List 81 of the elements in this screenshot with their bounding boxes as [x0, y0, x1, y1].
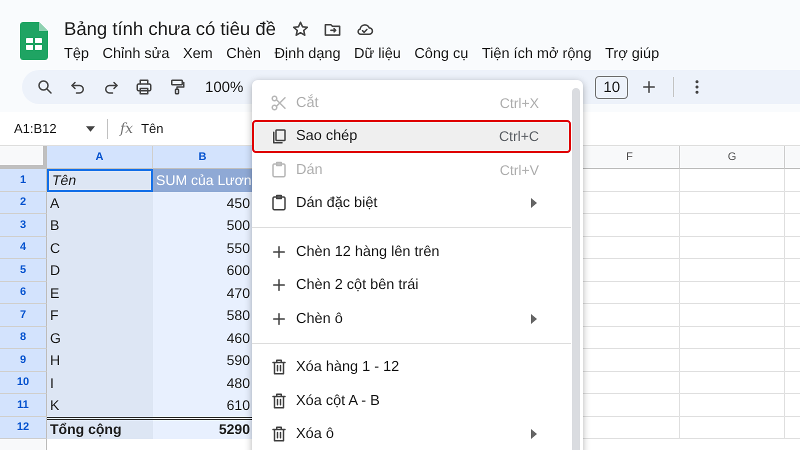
row-header[interactable]: 2 [0, 192, 47, 214]
table-cell: 600 [153, 259, 253, 282]
menu-item[interactable]: Công cụ [414, 46, 468, 62]
menu-item[interactable]: Định dạng [274, 46, 341, 62]
sheets-logo-icon[interactable] [20, 22, 48, 60]
row-header[interactable]: 3 [0, 214, 47, 236]
row-header[interactable]: 8 [0, 326, 47, 349]
row-header[interactable]: 7 [0, 304, 47, 326]
context-menu-item[interactable]: Xóa hàng 1 - 12 [252, 350, 571, 384]
context-menu-item[interactable]: Sao chép Ctrl+C [252, 120, 571, 153]
trash-icon [270, 392, 288, 410]
table-cell: 580 [153, 304, 253, 326]
document-title[interactable]: Bảng tính chưa có tiêu đề [64, 18, 276, 40]
column-header[interactable]: G [680, 146, 785, 169]
star-icon[interactable] [290, 20, 310, 38]
table-cell: SUM của Lươn [153, 169, 253, 192]
row-header[interactable]: 11 [0, 394, 47, 416]
table-cell: K [47, 394, 153, 416]
submenu-arrow-icon [531, 198, 537, 208]
paint-roller-icon[interactable] [168, 78, 186, 96]
table-cell: E [47, 282, 153, 304]
copy-icon [270, 127, 288, 146]
submenu-arrow-icon [531, 429, 537, 440]
row-header[interactable]: 4 [0, 236, 47, 259]
clipboard-icon [270, 194, 288, 212]
table-cell: D [47, 259, 153, 282]
table-cell: 500 [153, 214, 253, 236]
context-menu-item[interactable]: Chèn ô [252, 302, 571, 336]
clipboard-icon [270, 160, 288, 179]
context-menu-item[interactable]: Xóa ô [252, 418, 571, 450]
name-box[interactable]: A1:B12 [14, 121, 86, 136]
table-cell: F [47, 304, 153, 326]
row-header[interactable]: 6 [0, 282, 47, 304]
row-header[interactable]: 9 [0, 349, 47, 372]
row-header[interactable]: 12 [0, 416, 47, 439]
font-size-field[interactable]: 10 [595, 76, 628, 98]
scrollbar[interactable] [572, 88, 580, 450]
table-cell: Tên [47, 169, 153, 192]
formula-field[interactable]: Tên [141, 121, 164, 136]
menu-item[interactable]: Dữ liệu [354, 46, 401, 62]
menu-item[interactable]: Chỉnh sửa [102, 46, 170, 62]
table-cell: 5290 [153, 416, 253, 439]
trash-icon [270, 425, 288, 444]
function-label: fx [120, 120, 134, 136]
table-cell: H [47, 349, 153, 372]
column-header[interactable]: A [47, 146, 153, 169]
table-cell: 590 [153, 349, 253, 372]
menu-item[interactable]: Trợ giúp [605, 46, 660, 62]
table-cell: A [47, 192, 153, 214]
table-cell: C [47, 236, 153, 259]
menu-item[interactable]: Chèn [226, 46, 261, 62]
context-menu-item[interactable]: Chèn 2 cột bên trái [252, 268, 571, 302]
table-cell: B [47, 214, 153, 236]
row-header[interactable]: 1 [0, 169, 47, 192]
printer-icon[interactable] [135, 78, 153, 96]
row-header[interactable]: 5 [0, 259, 47, 282]
select-all-corner[interactable] [0, 146, 47, 169]
context-menu-item[interactable]: Dán đặc biệt [252, 186, 571, 220]
column-header[interactable]: F [580, 146, 680, 169]
zoom-dropdown[interactable]: 100% [205, 78, 244, 96]
search-icon[interactable] [36, 78, 54, 96]
column-header[interactable]: B [153, 146, 253, 169]
table-cell: 470 [153, 282, 253, 304]
submenu-arrow-icon [531, 314, 537, 324]
scissors-icon [270, 94, 288, 112]
row-header[interactable]: 10 [0, 372, 47, 394]
table-cell: I [47, 372, 153, 394]
table-cell: 460 [153, 326, 253, 349]
table-cell: 480 [153, 372, 253, 394]
table-cell: G [47, 326, 153, 349]
table-cell: 610 [153, 394, 253, 416]
table-cell: 450 [153, 192, 253, 214]
context-menu-item[interactable]: Chèn 12 hàng lên trên [252, 235, 571, 268]
caret-icon[interactable] [86, 126, 95, 132]
context-menu-item[interactable]: Xóa cột A - B [252, 384, 571, 418]
table-cell: 550 [153, 236, 253, 259]
menu-item[interactable]: Xem [182, 46, 213, 62]
menu-item[interactable]: Tệp [64, 46, 89, 62]
table-cell: Tổng cộng [47, 416, 153, 439]
menu-item[interactable]: Tiện ích mở rộng [482, 46, 592, 62]
trash-icon [270, 358, 288, 376]
